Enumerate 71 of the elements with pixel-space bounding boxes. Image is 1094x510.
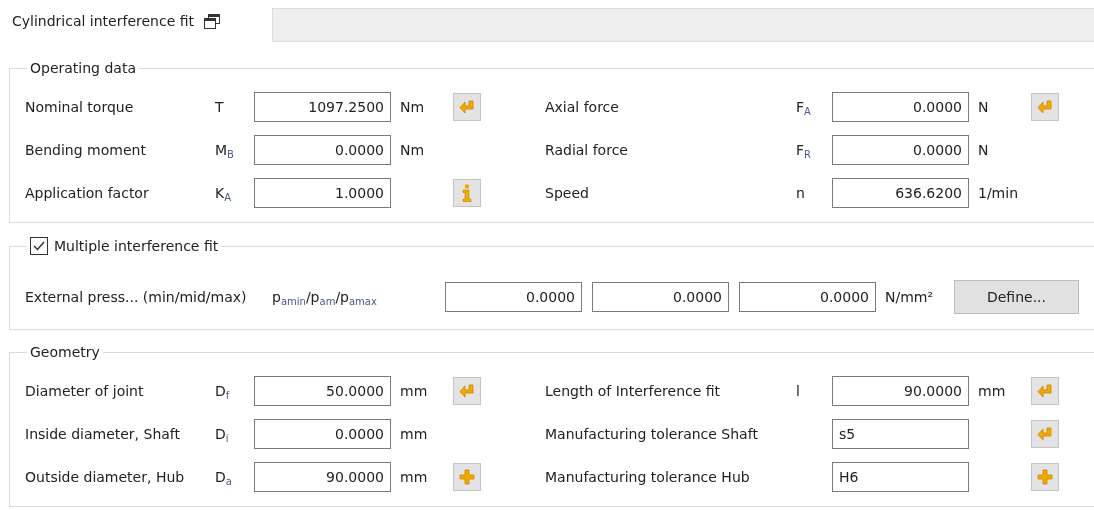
enter-button[interactable] [1031, 420, 1059, 448]
symbol-label: F$_{R}$ [796, 142, 812, 158]
unit-label: N [977, 142, 990, 158]
symbol-label: n [796, 185, 806, 201]
input-field[interactable]: 0.0000 [445, 282, 582, 312]
field-label: Axial force [545, 99, 620, 115]
return-arrow-icon [459, 100, 475, 114]
unit-label: mm [399, 383, 429, 399]
restore-window-icon[interactable] [204, 13, 221, 29]
symbol-label: l [796, 383, 801, 399]
plus-icon [1037, 469, 1053, 485]
symbol-label: D$_{f}$ [215, 383, 231, 399]
enter-button[interactable] [453, 93, 481, 121]
plus-button[interactable] [453, 463, 481, 491]
symbol-label: K$_{A}$ [215, 185, 233, 201]
plus-button[interactable] [1031, 463, 1059, 491]
field-label: Radial force [545, 142, 629, 158]
unit-label: Nm [399, 142, 426, 158]
return-arrow-icon [1037, 384, 1053, 398]
input-field[interactable]: 90.0000 [254, 462, 391, 492]
unit-label: N [977, 99, 990, 115]
input-field[interactable]: 0.0000 [832, 135, 969, 165]
input-field[interactable]: 0.0000 [832, 92, 969, 122]
symbol-label: M$_{B}$ [215, 142, 235, 158]
unit-label: mm [399, 426, 429, 442]
enter-button[interactable] [453, 377, 481, 405]
unit-label: Nm [399, 99, 426, 115]
input-field[interactable]: 0.0000 [739, 282, 876, 312]
field-label: Length of Interference fit [545, 383, 722, 399]
symbol-label: F$_{A}$ [796, 99, 812, 115]
checkbox-label: Multiple interference fit [54, 238, 219, 254]
input-field[interactable]: 50.0000 [254, 376, 391, 406]
return-arrow-icon [1037, 427, 1053, 441]
return-arrow-icon [459, 384, 475, 398]
field-label: Application factor [25, 185, 150, 201]
field-label: Nominal torque [25, 99, 135, 115]
enter-button[interactable] [1031, 377, 1059, 405]
plus-icon [459, 469, 475, 485]
unit-label: mm [399, 469, 429, 485]
input-field[interactable]: 0.0000 [254, 135, 391, 165]
field-label: Manufacturing tolerance Hub [545, 469, 751, 485]
group-title: Geometry [30, 344, 100, 360]
input-field[interactable]: 1097.2500 [254, 92, 391, 122]
return-arrow-icon [1037, 100, 1053, 114]
unit-label: mm [977, 383, 1007, 399]
info-icon [462, 184, 472, 202]
symbol-label: D$_{i}$ [215, 426, 230, 442]
field-label: Diameter of joint [25, 383, 145, 399]
define-button[interactable]: Define... [954, 280, 1079, 314]
unit-label: 1/min [977, 185, 1020, 201]
input-field[interactable]: 636.6200 [832, 178, 969, 208]
symbol-label: D$_{a}$ [215, 469, 233, 485]
field-label: Speed [545, 185, 590, 201]
unit-label: N/mm² [884, 289, 935, 305]
symbol-label: p$_{amin}$/p$_{am}$/p$_{amax}$ [272, 289, 378, 305]
field-label: Inside diameter, Shaft [25, 426, 181, 442]
input-field[interactable]: 0.0000 [254, 419, 391, 449]
enter-button[interactable] [1031, 93, 1059, 121]
input-field[interactable]: H6 [832, 462, 969, 492]
group-title: Operating data [30, 60, 136, 76]
field-label: Outside diameter, Hub [25, 469, 186, 485]
input-field[interactable]: 90.0000 [832, 376, 969, 406]
field-label: External press... (min/mid/max) [25, 289, 248, 305]
input-field[interactable]: 0.0000 [592, 282, 729, 312]
field-label: Bending moment [25, 142, 147, 158]
symbol-label: T [215, 99, 225, 115]
field-label: Manufacturing tolerance Shaft [545, 426, 759, 442]
checkbox[interactable] [30, 237, 48, 255]
input-field[interactable]: 1.0000 [254, 178, 391, 208]
input-field[interactable]: s5 [832, 419, 969, 449]
info-button[interactable] [453, 179, 481, 207]
